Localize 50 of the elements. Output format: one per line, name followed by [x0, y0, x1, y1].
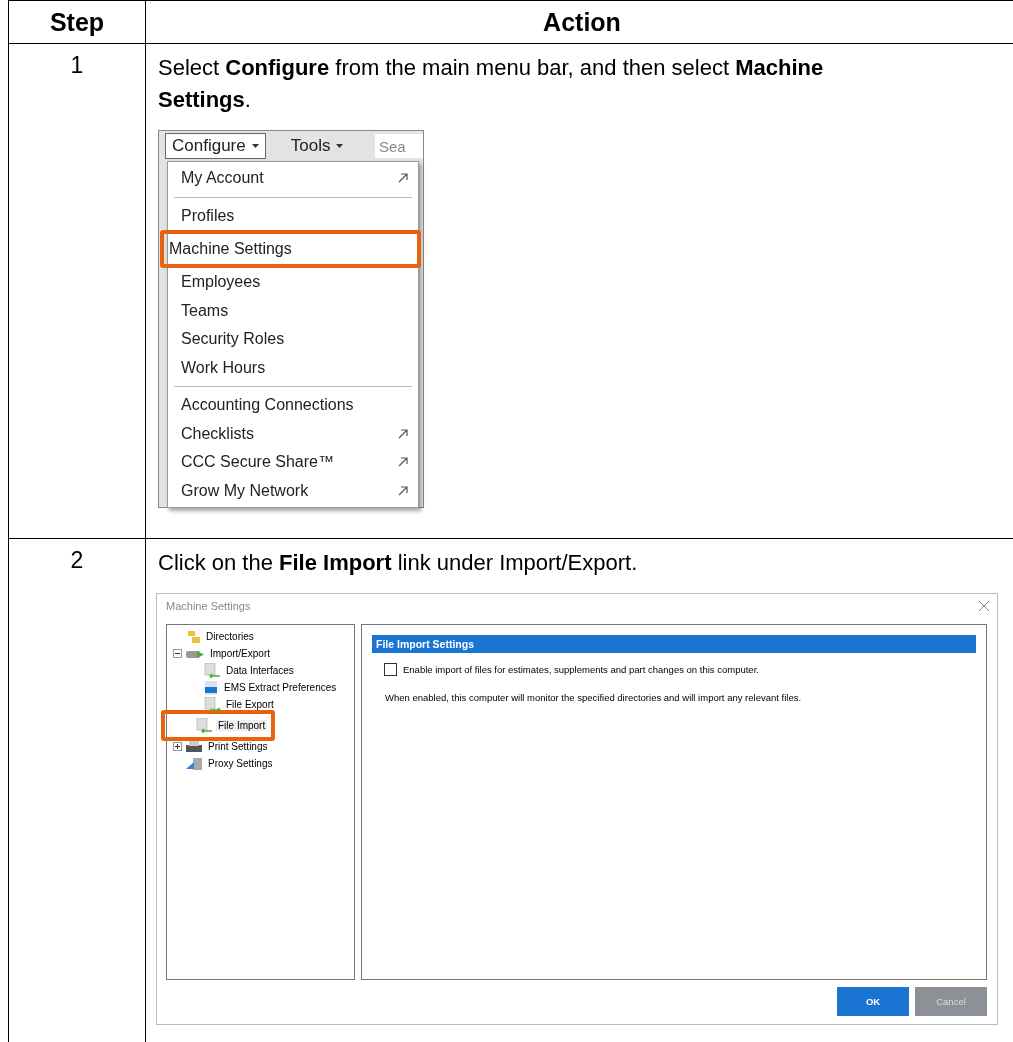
menu-item[interactable]: My Account — [181, 169, 264, 188]
menu-item[interactable]: Work Hours — [181, 358, 266, 377]
checkbox-label: Enable import of files for estimates, supplements and part changes on this computer. — [403, 664, 759, 675]
menu-item[interactable]: Machine Settings — [169, 240, 292, 258]
menu-bar-item[interactable]: Configure — [165, 133, 266, 159]
tree-item[interactable]: Data Interfaces — [224, 665, 296, 676]
expand-icon[interactable] — [173, 742, 182, 751]
document-icon — [203, 680, 219, 695]
tree-item[interactable]: File Import — [216, 720, 268, 731]
instruction-text: Select Configure from the main menu bar, and then select Machine Settings. — [158, 54, 825, 114]
tree-item[interactable]: Print Settings — [206, 741, 270, 752]
ok-button[interactable]: OK — [837, 987, 909, 1016]
document-arrow-icon — [195, 718, 213, 733]
document-arrow-icon — [203, 697, 221, 712]
document-arrow-icon — [203, 663, 221, 678]
menu-item[interactable]: Profiles — [181, 206, 235, 225]
menu-item[interactable]: Security Roles — [181, 330, 285, 349]
menu-item[interactable]: Checklists — [181, 424, 254, 443]
column-header: Step — [49, 8, 105, 36]
search-field[interactable]: Sea — [375, 134, 423, 158]
external-link-icon — [398, 173, 408, 184]
tree-item[interactable]: File Export — [224, 699, 276, 710]
dialog-title: Machine Settings — [166, 600, 251, 612]
caret-icon — [251, 144, 259, 148]
external-link-icon — [398, 428, 408, 439]
collapse-icon[interactable] — [173, 649, 182, 658]
checkbox[interactable] — [384, 663, 397, 676]
external-link-icon — [398, 457, 408, 468]
caret-icon — [336, 144, 344, 148]
menu-item[interactable]: Teams — [181, 301, 229, 320]
menu-item[interactable]: Grow My Network — [181, 481, 309, 500]
menu-item[interactable]: Employees — [181, 273, 261, 292]
section-title: File Import Settings — [372, 635, 976, 653]
note-text: When enabled, this computer will monitor the specified directories and will import any relevant files. — [385, 692, 803, 703]
menu-bar-item[interactable]: Tools — [283, 133, 351, 159]
step-number: 2 — [70, 547, 84, 573]
close-icon[interactable] — [979, 601, 989, 611]
tree-item[interactable]: EMS Extract Preferences — [222, 682, 339, 693]
step-number: 1 — [70, 52, 84, 78]
menu-item[interactable]: CCC Secure Share™ — [181, 453, 334, 472]
menu-item[interactable]: Accounting Connections — [181, 396, 354, 415]
instruction-text: Click on the File Import link under Import/Export. — [158, 549, 639, 577]
column-header: Action — [543, 8, 621, 36]
folder-icon — [185, 629, 201, 644]
tree-item[interactable]: Directories — [204, 631, 256, 642]
tree-item[interactable]: Import/Export — [208, 648, 273, 659]
external-link-icon — [398, 485, 408, 496]
tree-item[interactable]: Proxy Settings — [206, 758, 275, 769]
printer-icon — [185, 740, 203, 753]
network-icon — [185, 756, 203, 771]
